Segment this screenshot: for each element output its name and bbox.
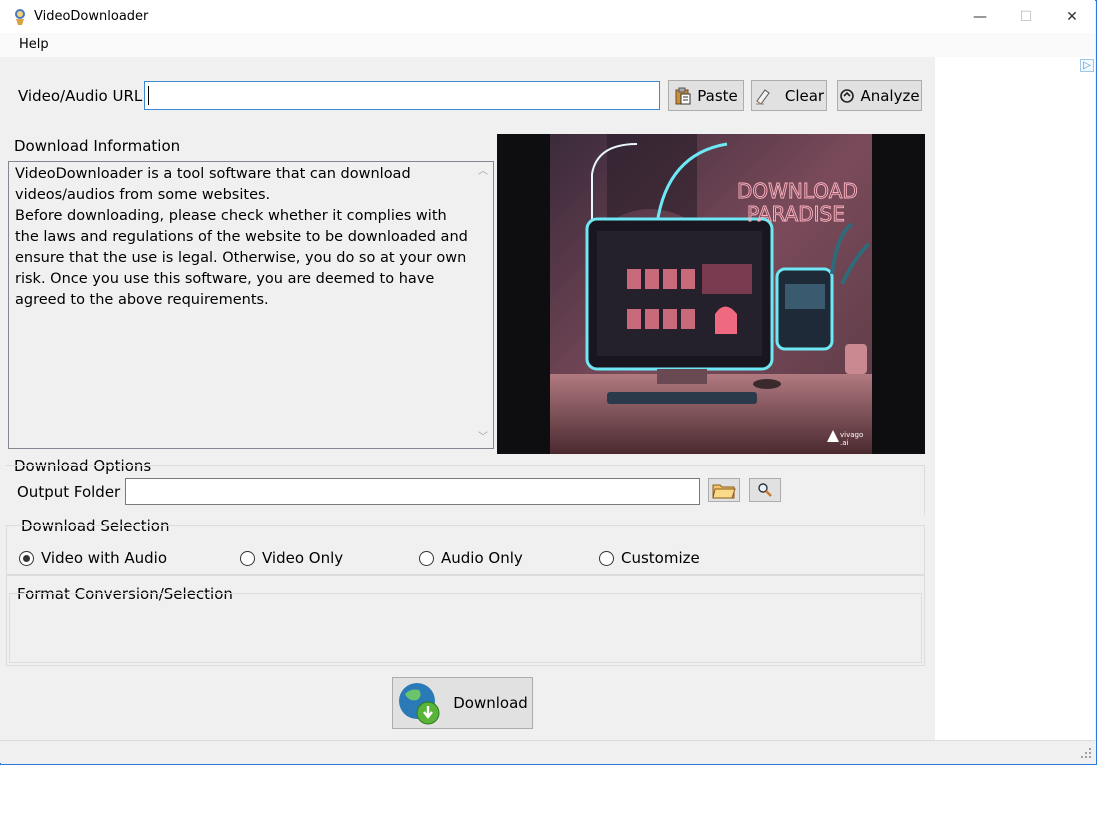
resize-grip-icon[interactable] <box>1079 746 1093 760</box>
maximize-button[interactable]: ☐ <box>1003 0 1049 33</box>
banner-brand-sub: .ai <box>840 439 849 447</box>
radio-audio-only[interactable]: Audio Only <box>419 549 523 567</box>
output-folder-label: Output Folder <box>17 483 121 501</box>
url-input[interactable] <box>144 81 660 110</box>
minimize-icon: — <box>973 8 987 25</box>
download-button[interactable]: Download <box>392 677 533 729</box>
banner-headline-2: PARADISE <box>747 202 845 226</box>
clear-label: Clear <box>784 86 825 105</box>
side-panel <box>935 57 1095 740</box>
radio-label: Customize <box>621 549 700 567</box>
radio-label: Audio Only <box>441 549 523 567</box>
info-text[interactable]: VideoDownloader is a tool software that … <box>8 161 494 449</box>
radio-label: Video with Audio <box>41 549 168 567</box>
scroll-up-icon[interactable]: ︿ <box>477 166 489 178</box>
title-bar[interactable] <box>0 0 1095 33</box>
close-icon: ✕ <box>1066 8 1078 25</box>
radio-video-with-audio[interactable]: Video with Audio <box>19 549 167 567</box>
info-group-title: Download Information <box>14 137 181 155</box>
radio-video-only[interactable]: Video Only <box>240 549 343 567</box>
format-group-frame <box>9 593 922 663</box>
banner-brand: vivago <box>840 431 863 439</box>
globe-download-icon <box>399 683 440 725</box>
maximize-icon: ☐ <box>1019 8 1033 25</box>
menu-help[interactable]: Help <box>19 37 49 52</box>
close-button[interactable]: ✕ <box>1049 0 1095 33</box>
radio-checked-icon <box>19 550 34 566</box>
radio-unchecked-icon <box>599 550 614 566</box>
browse-folder-button[interactable] <box>708 478 740 502</box>
folder-icon <box>712 484 736 499</box>
text-caret <box>148 86 149 105</box>
status-bar <box>0 740 1095 763</box>
window-title: VideoDownloader <box>34 9 149 24</box>
output-folder-input[interactable] <box>125 478 700 505</box>
paste-label: Paste <box>697 86 738 105</box>
paste-button[interactable]: Paste <box>668 80 744 111</box>
banner-image[interactable]: DOWNLOAD PARADISE vivago .ai <box>497 129 925 454</box>
minimize-button[interactable]: — <box>957 0 1003 33</box>
open-folder-button[interactable] <box>749 478 781 502</box>
banner-headline-1: DOWNLOAD <box>737 179 858 203</box>
adchoices-icon[interactable]: ▷ <box>1080 59 1094 72</box>
radio-unchecked-icon <box>419 550 434 566</box>
eraser-icon <box>755 88 770 105</box>
analyze-label: Analyze <box>860 86 920 105</box>
menu-bar <box>0 33 1095 57</box>
clear-button[interactable]: Clear <box>751 80 827 111</box>
magnifier-icon <box>758 483 772 497</box>
clipboard-icon <box>675 87 691 104</box>
download-label: Download <box>453 694 528 712</box>
scroll-down-icon[interactable]: ﹀ <box>477 432 489 444</box>
analyze-button[interactable]: Analyze <box>837 80 922 111</box>
radio-label: Video Only <box>262 549 344 567</box>
url-label: Video/Audio URL <box>18 87 143 105</box>
radio-customize[interactable]: Customize <box>599 549 700 567</box>
radio-unchecked-icon <box>240 550 255 566</box>
app-icon <box>12 8 28 26</box>
refresh-icon <box>840 88 855 103</box>
